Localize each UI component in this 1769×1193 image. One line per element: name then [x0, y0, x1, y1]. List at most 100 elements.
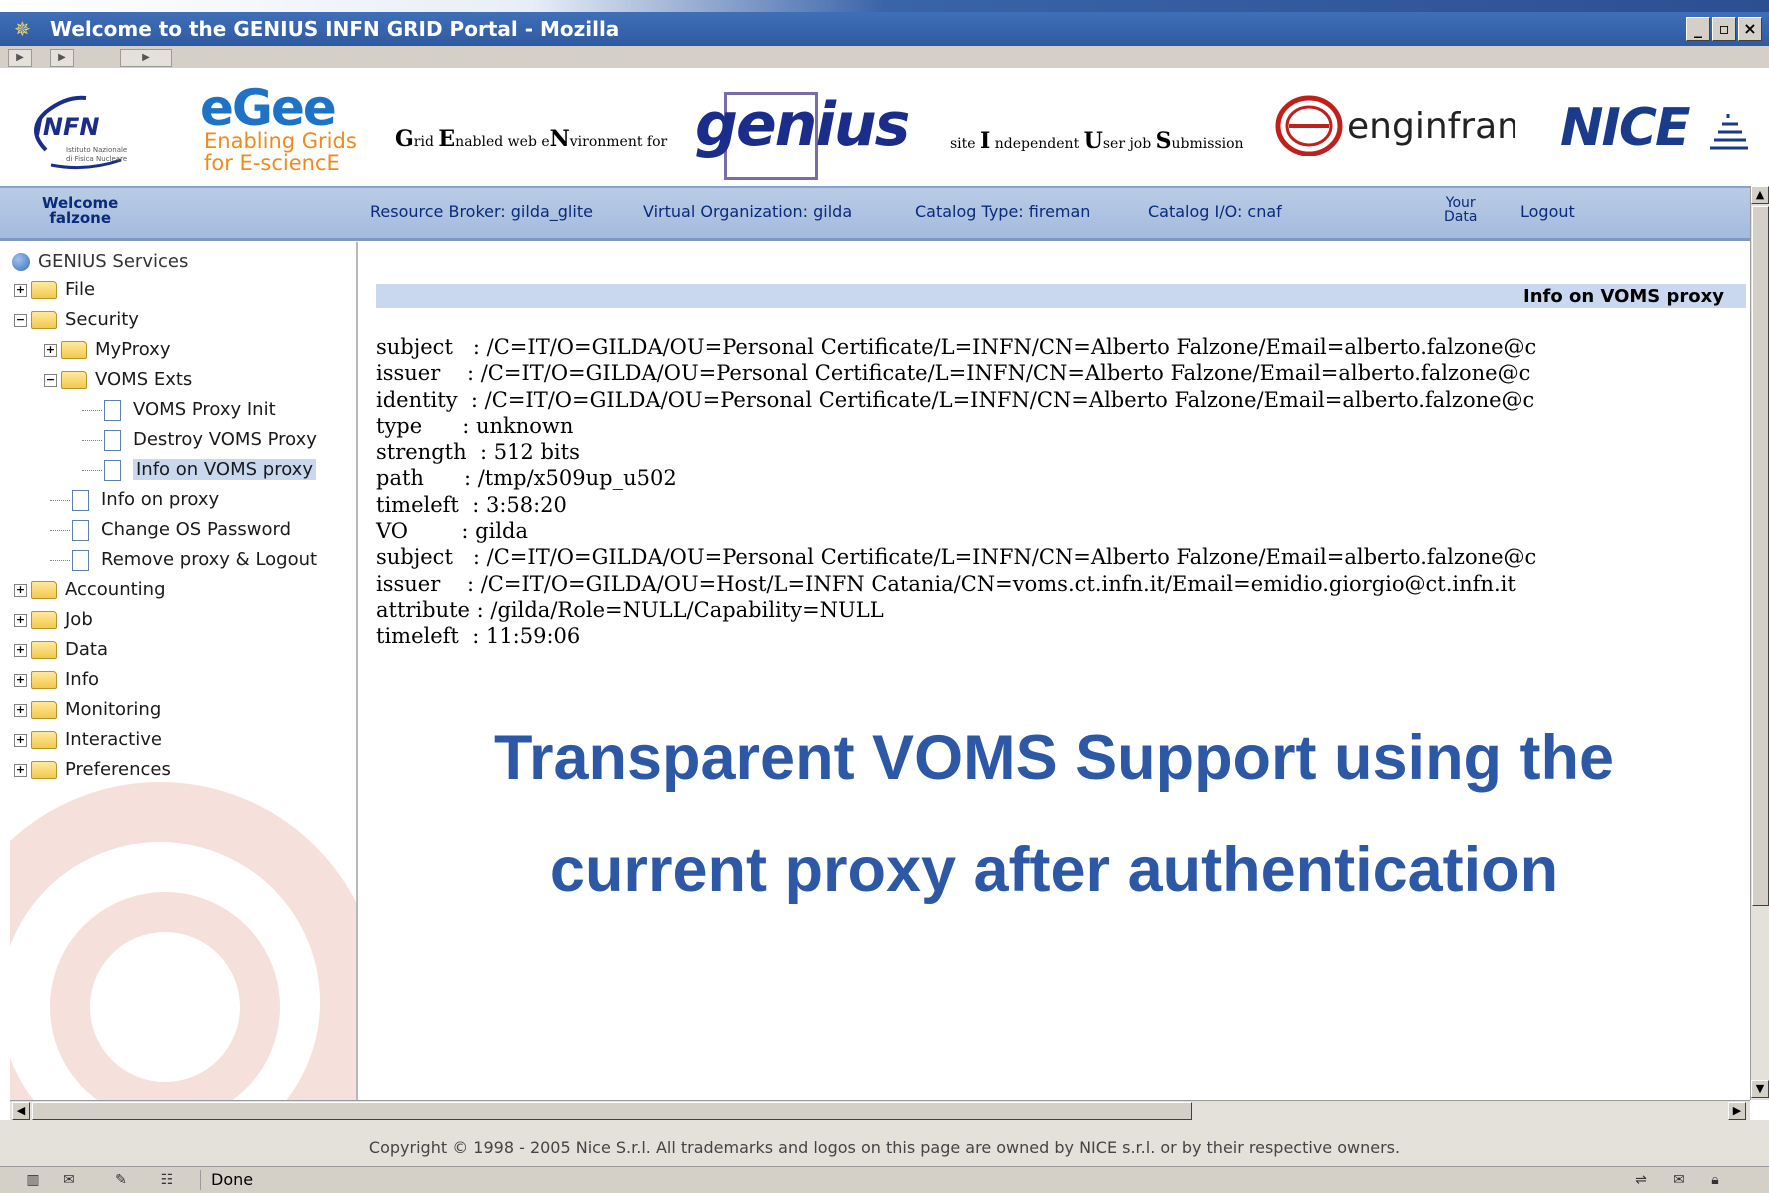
status-text: Done [200, 1170, 263, 1190]
welcome-user: Welcome falzone [42, 196, 118, 226]
expand-icon[interactable]: + [14, 283, 27, 297]
tree-item-label: Change OS Password [101, 519, 292, 540]
composer-icon[interactable]: ✎ [110, 1171, 132, 1189]
folder-icon [31, 281, 57, 299]
infn-logo[interactable]: INFN Istituto Nazionale di Fisica Nuclea… [26, 90, 181, 170]
document-icon [72, 549, 89, 571]
vertical-scrollbar[interactable]: ▲ ▼ [1750, 186, 1769, 1100]
site-independent-text: site I ndependent User job Submission [950, 128, 1244, 154]
tree-item-label: Security [65, 309, 139, 330]
expand-icon[interactable]: + [14, 613, 27, 627]
folder-icon [31, 701, 57, 719]
lock-icon[interactable]: 🔒︎ [1704, 1171, 1726, 1189]
folder-icon [31, 761, 57, 779]
expand-icon[interactable]: + [14, 733, 27, 747]
egee-logo[interactable]: eGee [200, 83, 337, 133]
username: falzone [49, 209, 111, 227]
proxy-line: attribute : /gilda/Role=NULL/Capability=… [376, 597, 884, 622]
vertical-scroll-thumb[interactable] [1752, 206, 1769, 906]
voms-proxy-output: subject : /C=IT/O=GILDA/OU=Personal Cert… [376, 334, 1536, 650]
proxy-line: timeleft : 11:59:06 [376, 624, 581, 649]
toolbar-collapse-icon[interactable]: ▶ [8, 49, 32, 67]
proxy-line: timeleft : 3:58:20 [376, 492, 567, 517]
your-data-link[interactable]: Your Data [1444, 196, 1477, 224]
catalog-type-link[interactable]: Catalog Type: fireman [915, 202, 1090, 221]
tree-item-interactive[interactable]: + Interactive [14, 728, 162, 752]
document-icon [72, 489, 89, 511]
folder-icon [61, 341, 87, 359]
folder-icon [31, 671, 57, 689]
scroll-right-icon[interactable]: ▶ [1728, 1102, 1746, 1120]
tree-item-destroy-voms-proxy[interactable]: Destroy VOMS Proxy [82, 428, 317, 452]
scroll-left-icon[interactable]: ◀ [12, 1102, 30, 1120]
tree-item-label: Preferences [65, 759, 171, 780]
proxy-line: issuer : /C=IT/O=GILDA/OU=Host/L=INFN Ca… [376, 571, 1516, 596]
folder-open-icon [61, 371, 87, 389]
tree-item-label: Job [65, 609, 93, 630]
horizontal-scrollbar[interactable]: ◀ ▶ [10, 1100, 1750, 1121]
tree-item-accounting[interactable]: + Accounting [14, 578, 166, 602]
tree-item-info-on-voms-proxy[interactable]: Info on VOMS proxy [82, 458, 316, 482]
tree-connector [50, 529, 70, 531]
navigator-icon[interactable]: ▥ [22, 1171, 44, 1189]
collapse-icon[interactable]: − [14, 313, 27, 327]
tree-item-data[interactable]: + Data [14, 638, 108, 662]
toolbar-collapse-icon[interactable]: ▶ [120, 49, 172, 67]
tree-item-label: Destroy VOMS Proxy [133, 429, 317, 450]
tree-item-info-on-proxy[interactable]: Info on proxy [50, 488, 219, 512]
expand-icon[interactable]: + [14, 643, 27, 657]
tree-item-label: Interactive [65, 729, 162, 750]
expand-icon[interactable]: + [44, 343, 57, 357]
folder-icon [31, 611, 57, 629]
maximize-button[interactable]: ▫ [1712, 17, 1736, 41]
toolbar-collapse-icon[interactable]: ▶ [50, 49, 74, 67]
nice-logo[interactable]: NICE [1560, 98, 1691, 158]
logout-link[interactable]: Logout [1520, 202, 1575, 221]
collapse-icon[interactable]: − [44, 373, 57, 387]
proxy-line: VO : gilda [376, 519, 529, 544]
session-info-bar: Welcome falzone Resource Broker: gilda_g… [0, 186, 1750, 241]
tree-item-job[interactable]: + Job [14, 608, 93, 632]
tree-item-monitoring[interactable]: + Monitoring [14, 698, 161, 722]
tree-root[interactable]: GENIUS Services [12, 250, 188, 274]
tree-item-security[interactable]: − Security [14, 308, 139, 332]
tree-item-file[interactable]: + File [14, 278, 95, 302]
tree-item-voms-proxy-init[interactable]: VOMS Proxy Init [82, 398, 276, 422]
folder-icon [31, 731, 57, 749]
scroll-up-icon[interactable]: ▲ [1751, 186, 1769, 204]
tree-item-label-selected: Info on VOMS proxy [133, 459, 316, 480]
mail-icon[interactable]: ✉ [58, 1171, 80, 1189]
egee-tagline-line2: for E-sciencE [204, 151, 340, 175]
expand-icon[interactable]: + [14, 583, 27, 597]
expand-icon[interactable]: + [14, 673, 27, 687]
tree-connector [82, 469, 102, 471]
document-icon [104, 429, 121, 451]
scroll-down-icon[interactable]: ▼ [1751, 1080, 1769, 1098]
close-button[interactable]: × [1738, 17, 1762, 41]
resource-broker-link[interactable]: Resource Broker: gilda_glite [370, 202, 593, 221]
tree-item-label: VOMS Proxy Init [133, 399, 276, 420]
folder-icon [31, 641, 57, 659]
virtual-organization-link[interactable]: Virtual Organization: gilda [643, 202, 852, 221]
slide-header-stripe [0, 0, 1769, 12]
enginframe-logo[interactable]: enginframe [1275, 92, 1515, 156]
online-status-icon[interactable]: ⇌ [1630, 1171, 1652, 1189]
catalog-io-link[interactable]: Catalog I/O: cnaf [1148, 202, 1282, 221]
toolbar-strip: ▶ ▶ ▶ [0, 46, 1769, 69]
tree-item-change-os-password[interactable]: Change OS Password [50, 518, 291, 542]
tree-item-voms-exts[interactable]: − VOMS Exts [44, 368, 192, 392]
genius-logo[interactable]: genius [695, 90, 910, 160]
addressbook-icon[interactable]: ☷ [156, 1171, 178, 1189]
horizontal-scroll-thumb[interactable] [32, 1102, 1192, 1120]
minimize-button[interactable]: _ [1686, 17, 1710, 41]
copyright-notice: Copyright © 1998 - 2005 Nice S.r.l. All … [368, 1138, 1401, 1157]
cookie-icon[interactable]: ✉ [1668, 1171, 1690, 1189]
expand-icon[interactable]: + [14, 763, 27, 777]
tree-item-label: Remove proxy & Logout [101, 549, 318, 570]
tree-item-preferences[interactable]: + Preferences [14, 758, 171, 782]
tree-item-info[interactable]: + Info [14, 668, 99, 692]
page-footer: Copyright © 1998 - 2005 Nice S.r.l. All … [0, 1120, 1769, 1166]
expand-icon[interactable]: + [14, 703, 27, 717]
tree-item-myproxy[interactable]: + MyProxy [44, 338, 171, 362]
tree-item-remove-proxy-logout[interactable]: Remove proxy & Logout [50, 548, 317, 572]
